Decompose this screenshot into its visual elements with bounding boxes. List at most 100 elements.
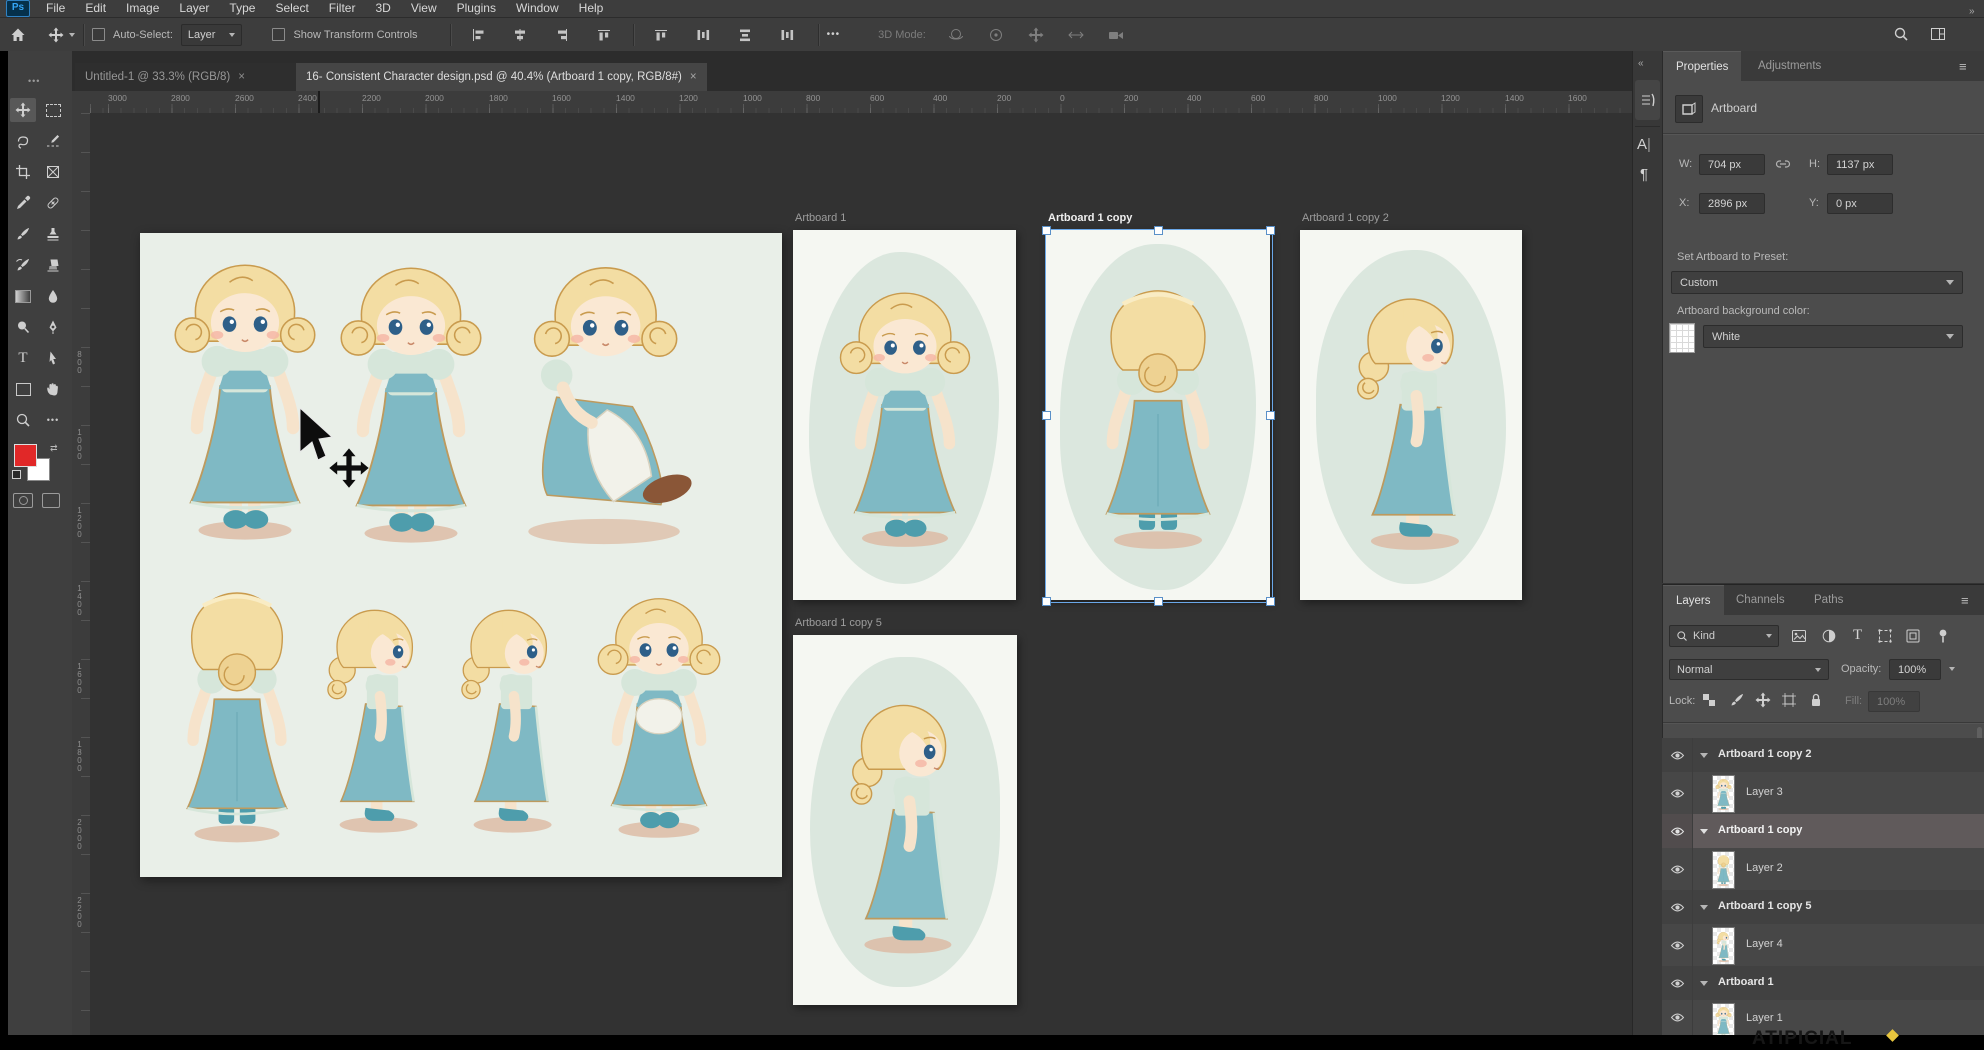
tool-type[interactable]: T bbox=[10, 346, 36, 370]
lock-position-icon[interactable] bbox=[1755, 692, 1771, 708]
auto-select-checkbox[interactable] bbox=[92, 28, 105, 41]
layer-row[interactable]: Layer 4 bbox=[1662, 924, 1984, 967]
tool-zoom[interactable] bbox=[10, 408, 36, 432]
menu-window[interactable]: Window bbox=[506, 0, 569, 17]
layer-row[interactable]: Layer 2 bbox=[1662, 848, 1984, 891]
transform-handle[interactable] bbox=[1266, 597, 1275, 606]
height-field[interactable]: 1137 px bbox=[1827, 154, 1893, 175]
3d-orbit-icon[interactable] bbox=[948, 27, 964, 43]
tool-blur[interactable] bbox=[40, 284, 66, 308]
layer-row-artboard-selected[interactable]: Artboard 1 copy bbox=[1662, 814, 1984, 849]
menu-filter[interactable]: Filter bbox=[319, 0, 366, 17]
lock-all-icon[interactable] bbox=[1808, 692, 1824, 708]
tool-pen[interactable] bbox=[40, 315, 66, 339]
toolbar-grip[interactable]: ••• bbox=[28, 76, 40, 86]
brush-settings-panel-icon[interactable] bbox=[1635, 80, 1660, 120]
filter-smart-objects-icon[interactable] bbox=[1905, 628, 1921, 644]
menu-edit[interactable]: Edit bbox=[75, 0, 116, 17]
layer-thumbnail[interactable] bbox=[1712, 927, 1735, 965]
tool-eyedropper[interactable] bbox=[10, 191, 36, 215]
menu-help[interactable]: Help bbox=[569, 0, 614, 17]
close-icon[interactable]: × bbox=[690, 71, 697, 83]
tool-object-selection[interactable] bbox=[40, 129, 66, 153]
close-icon[interactable]: × bbox=[238, 71, 245, 83]
document-tab-untitled[interactable]: Untitled-1 @ 33.3% (RGB/8) × bbox=[75, 63, 310, 91]
distribute-horizontal-icon[interactable] bbox=[696, 28, 710, 42]
panel-menu-icon[interactable]: ≡ bbox=[1961, 593, 1969, 608]
tab-paths[interactable]: Paths bbox=[1801, 585, 1856, 615]
3d-camera-icon[interactable] bbox=[1108, 27, 1124, 43]
lock-pixels-icon[interactable] bbox=[1729, 692, 1745, 708]
transform-handle[interactable] bbox=[1154, 226, 1163, 235]
layer-row-artboard[interactable]: Artboard 1 bbox=[1662, 966, 1984, 1001]
tool-rectangular-marquee[interactable] bbox=[40, 98, 66, 122]
layer-row-artboard[interactable]: Artboard 1 copy 2 bbox=[1662, 738, 1984, 773]
home-icon[interactable] bbox=[10, 27, 26, 43]
panel-menu-icon[interactable]: ≡ bbox=[1959, 59, 1967, 74]
chevron-down-icon[interactable] bbox=[1700, 981, 1708, 986]
menu-3d[interactable]: 3D bbox=[365, 0, 400, 17]
y-field[interactable]: 0 px bbox=[1827, 193, 1893, 214]
menu-file[interactable]: File bbox=[36, 0, 75, 17]
tool-brush[interactable] bbox=[10, 222, 36, 246]
menu-image[interactable]: Image bbox=[116, 0, 169, 17]
workspace-switcher-icon[interactable] bbox=[1930, 26, 1946, 42]
layer-row[interactable]: Layer 3 bbox=[1662, 772, 1984, 815]
auto-select-dropdown[interactable]: Layer bbox=[181, 24, 243, 46]
menu-type[interactable]: Type bbox=[219, 0, 265, 17]
menu-layer[interactable]: Layer bbox=[169, 0, 219, 17]
tool-move[interactable] bbox=[10, 98, 36, 122]
artboard-1-copy-2[interactable] bbox=[1300, 230, 1522, 600]
document-tab-character-design[interactable]: 16- Consistent Character design.psd @ 40… bbox=[296, 63, 707, 91]
photoshop-logo[interactable]: Ps bbox=[6, 0, 30, 17]
menu-select[interactable]: Select bbox=[265, 0, 318, 17]
expand-dock-icon[interactable]: » bbox=[1969, 6, 1975, 17]
opacity-field[interactable]: 100% bbox=[1889, 659, 1941, 680]
lock-transparency-icon[interactable] bbox=[1701, 692, 1717, 708]
artboard-label[interactable]: Artboard 1 bbox=[795, 212, 846, 224]
transform-handle[interactable] bbox=[1042, 597, 1051, 606]
transform-handle[interactable] bbox=[1266, 411, 1275, 420]
align-center-icon[interactable] bbox=[513, 28, 527, 42]
x-field[interactable]: 2896 px bbox=[1699, 193, 1765, 214]
collapse-dock-icon[interactable]: « bbox=[1638, 58, 1644, 69]
transform-handle[interactable] bbox=[1042, 411, 1051, 420]
move-tool-preset[interactable] bbox=[48, 27, 75, 43]
visibility-toggle[interactable] bbox=[1662, 814, 1693, 848]
tab-channels[interactable]: Channels bbox=[1723, 585, 1798, 615]
align-right-icon[interactable] bbox=[555, 28, 569, 42]
transform-handle[interactable] bbox=[1042, 226, 1051, 235]
3d-pan-icon[interactable] bbox=[1028, 27, 1044, 43]
visibility-toggle[interactable] bbox=[1662, 772, 1693, 814]
visibility-toggle[interactable] bbox=[1662, 890, 1693, 924]
search-icon[interactable] bbox=[1893, 26, 1909, 42]
transform-handle[interactable] bbox=[1154, 597, 1163, 606]
edit-toolbar-button[interactable]: ••• bbox=[40, 408, 66, 432]
3d-roll-icon[interactable] bbox=[988, 27, 1004, 43]
tool-healing-brush[interactable] bbox=[40, 191, 66, 215]
filter-type-layers-icon[interactable]: T bbox=[1853, 627, 1862, 644]
tool-frame[interactable] bbox=[40, 160, 66, 184]
menu-view[interactable]: View bbox=[401, 0, 447, 17]
ruler-corner[interactable] bbox=[72, 91, 91, 114]
transform-handle[interactable] bbox=[1266, 226, 1275, 235]
visibility-toggle[interactable] bbox=[1662, 966, 1693, 1000]
lock-artboard-icon[interactable] bbox=[1781, 692, 1797, 708]
3d-slide-icon[interactable] bbox=[1068, 27, 1084, 43]
menu-plugins[interactable]: Plugins bbox=[447, 0, 506, 17]
tool-crop[interactable] bbox=[10, 160, 36, 184]
blend-mode-dropdown[interactable]: Normal bbox=[1669, 659, 1829, 680]
distribute-spacing-icon[interactable] bbox=[780, 28, 794, 42]
artboard-label[interactable]: Artboard 1 copy 2 bbox=[1302, 212, 1389, 224]
chevron-down-icon[interactable] bbox=[1700, 905, 1708, 910]
layer-thumbnail[interactable] bbox=[1712, 851, 1735, 889]
background-color-dropdown[interactable]: White bbox=[1703, 325, 1963, 348]
visibility-toggle[interactable] bbox=[1662, 1000, 1693, 1035]
tool-hand[interactable] bbox=[40, 377, 66, 401]
filter-pixel-layers-icon[interactable] bbox=[1791, 628, 1807, 644]
layer-row-artboard[interactable]: Artboard 1 copy 5 bbox=[1662, 890, 1984, 925]
align-left-icon[interactable] bbox=[471, 28, 485, 42]
default-colors-icon[interactable] bbox=[12, 470, 21, 479]
tool-clone-stamp[interactable] bbox=[40, 222, 66, 246]
chevron-down-icon[interactable] bbox=[1700, 753, 1708, 758]
